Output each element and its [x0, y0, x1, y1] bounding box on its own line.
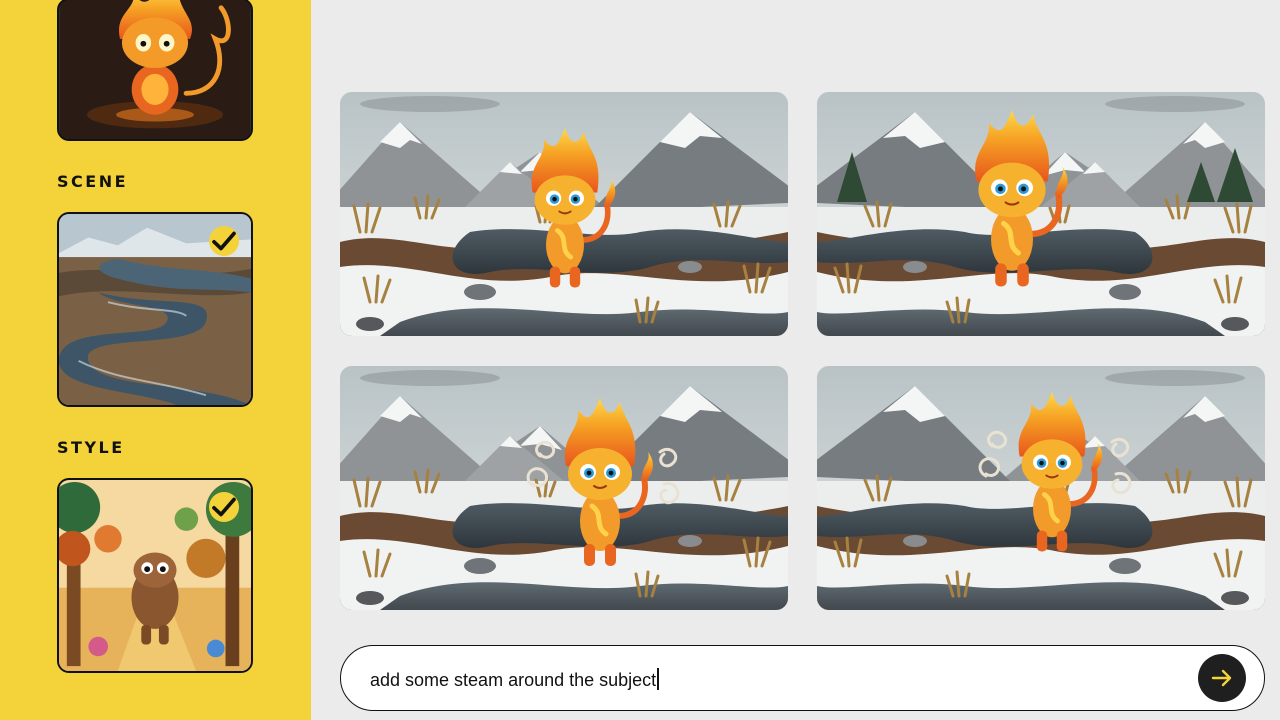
fire-creature-steam-icon: [817, 366, 1265, 610]
scene-section-label: SCENE: [57, 172, 129, 191]
sidebar: SCENE STYLE: [0, 0, 311, 720]
fire-creature-snowy-marsh-icon: [817, 92, 1265, 336]
scene-thumbnail[interactable]: [57, 212, 253, 407]
result-image-2[interactable]: [817, 92, 1265, 336]
style-selected-check-icon: [209, 492, 239, 522]
prompt-input-value: add some steam around the subject: [370, 670, 657, 690]
fire-creature-snowy-marsh-icon: [340, 92, 788, 336]
result-image-3[interactable]: [340, 366, 788, 610]
subject-thumbnail[interactable]: [57, 0, 253, 141]
text-caret: [657, 668, 659, 690]
fire-creature-steam-icon: [340, 366, 788, 610]
result-image-4[interactable]: [817, 366, 1265, 610]
result-image-1[interactable]: [340, 92, 788, 336]
arrow-right-icon: [1211, 669, 1232, 687]
prompt-bar: add some steam around the subject: [340, 645, 1265, 711]
scene-selected-check-icon: [209, 226, 239, 256]
prompt-input[interactable]: add some steam around the subject: [370, 668, 659, 691]
style-section-label: STYLE: [57, 438, 125, 457]
send-button[interactable]: [1198, 654, 1246, 702]
fire-creature-icon: [59, 0, 251, 139]
style-thumbnail[interactable]: [57, 478, 253, 673]
